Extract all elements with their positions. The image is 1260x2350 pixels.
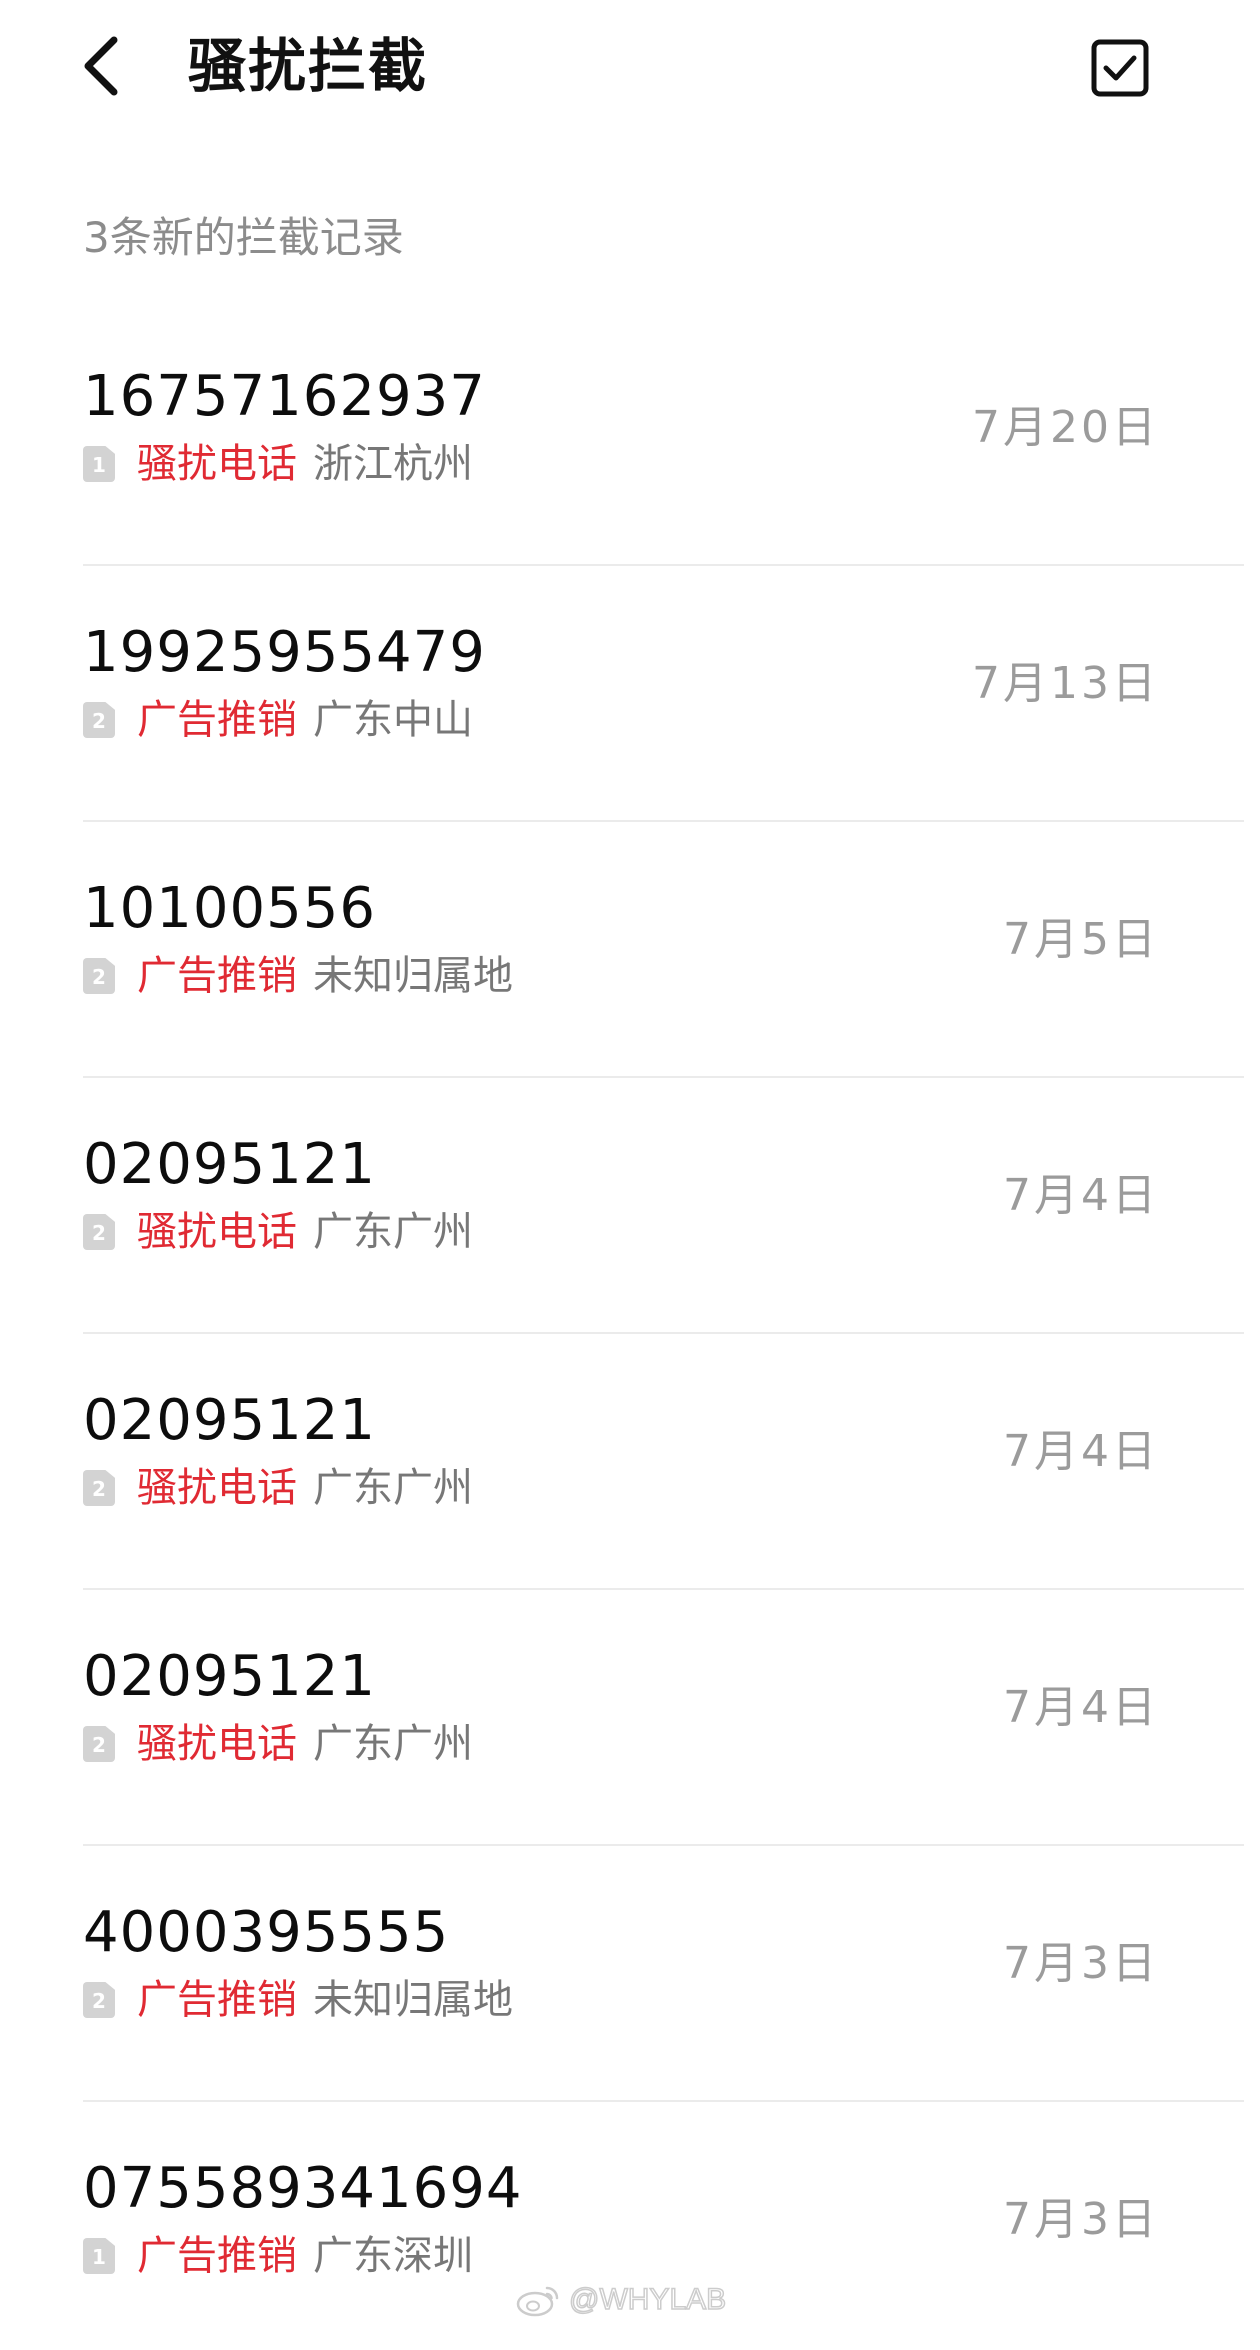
call-date: 7月20日: [972, 402, 1159, 453]
sim-slot-number: 2: [92, 1221, 106, 1245]
phone-number: 075589341694: [83, 2156, 523, 2221]
list-item[interactable]: 02095121 2 骚扰电话 广东广州 7月4日: [0, 1334, 1260, 1590]
page-title: 骚扰拦截: [188, 32, 429, 100]
call-meta: 2 骚扰电话 广东广州: [83, 1206, 473, 1258]
sim-card-icon: 1: [83, 2238, 115, 2274]
call-tag: 广告推销: [137, 2233, 297, 2279]
blocked-calls-list: 16757162937 1 骚扰电话 浙江杭州 7月20日 1992595547…: [0, 310, 1260, 2350]
sim-slot-number: 2: [92, 709, 106, 733]
call-date: 7月4日: [1003, 1426, 1159, 1477]
checkbox-checked-icon[interactable]: [1090, 38, 1150, 98]
phone-number: 4000395555: [83, 1900, 450, 1965]
call-meta: 2 骚扰电话 广东广州: [83, 1462, 473, 1514]
sim-card-icon: 2: [83, 702, 115, 738]
call-tag: 骚扰电话: [137, 1721, 297, 1767]
chevron-left-icon[interactable]: [78, 34, 126, 98]
call-meta: 1 骚扰电话 浙江杭州: [83, 438, 473, 490]
sim-slot-number: 2: [92, 1733, 106, 1757]
call-location: 广东广州: [313, 1209, 473, 1255]
list-item[interactable]: 19925955479 2 广告推销 广东中山 7月13日: [0, 566, 1260, 822]
sim-card-icon: 2: [83, 1470, 115, 1506]
call-date: 7月4日: [1003, 1682, 1159, 1733]
watermark-text: @WHYLAB: [568, 2282, 727, 2317]
sim-slot-number: 2: [92, 965, 106, 989]
sim-slot-number: 1: [92, 2245, 106, 2269]
call-date: 7月5日: [1003, 914, 1159, 965]
call-tag: 广告推销: [137, 1977, 297, 2023]
phone-number: 19925955479: [83, 620, 486, 685]
call-tag: 骚扰电话: [137, 1465, 297, 1511]
phone-number: 10100556: [83, 876, 377, 941]
call-date: 7月3日: [1003, 2194, 1159, 2245]
call-date: 7月3日: [1003, 1938, 1159, 1989]
phone-number: 02095121: [83, 1132, 377, 1197]
call-location: 广东深圳: [313, 2233, 473, 2279]
call-location: 未知归属地: [313, 953, 513, 999]
call-meta: 2 广告推销 未知归属地: [83, 1974, 513, 2026]
list-item[interactable]: 02095121 2 骚扰电话 广东广州 7月4日: [0, 1590, 1260, 1846]
phone-number: 16757162937: [83, 364, 486, 429]
app-screen: 骚扰拦截 3条新的拦截记录 16757162937 1 骚扰电话 浙江杭州 7月…: [0, 0, 1260, 2350]
call-meta: 2 骚扰电话 广东广州: [83, 1718, 473, 1770]
call-date: 7月13日: [972, 658, 1159, 709]
sim-card-icon: 2: [83, 958, 115, 994]
call-location: 浙江杭州: [313, 441, 473, 487]
call-location: 未知归属地: [313, 1977, 513, 2023]
call-meta: 2 广告推销 广东中山: [83, 694, 473, 746]
call-location: 广东中山: [313, 697, 473, 743]
call-meta: 1 广告推销 广东深圳: [83, 2230, 473, 2282]
sim-card-icon: 1: [83, 446, 115, 482]
sim-card-icon: 2: [83, 1726, 115, 1762]
watermark: @WHYLAB: [515, 2280, 727, 2320]
sim-card-icon: 2: [83, 1214, 115, 1250]
call-tag: 骚扰电话: [137, 441, 297, 487]
call-tag: 骚扰电话: [137, 1209, 297, 1255]
list-item[interactable]: 02095121 2 骚扰电话 广东广州 7月4日: [0, 1078, 1260, 1334]
list-item[interactable]: 10100556 2 广告推销 未知归属地 7月5日: [0, 822, 1260, 1078]
call-tag: 广告推销: [137, 953, 297, 999]
call-location: 广东广州: [313, 1721, 473, 1767]
sim-slot-number: 2: [92, 1477, 106, 1501]
call-date: 7月4日: [1003, 1170, 1159, 1221]
list-item[interactable]: 4000395555 2 广告推销 未知归属地 7月3日: [0, 1846, 1260, 2102]
call-location: 广东广州: [313, 1465, 473, 1511]
call-tag: 广告推销: [137, 697, 297, 743]
sim-card-icon: 2: [83, 1982, 115, 2018]
list-item[interactable]: 16757162937 1 骚扰电话 浙江杭州 7月20日: [0, 310, 1260, 566]
new-records-count: 3条新的拦截记录: [83, 213, 404, 262]
sim-slot-number: 2: [92, 1989, 106, 2013]
weibo-icon: [516, 2286, 559, 2317]
sim-slot-number: 1: [92, 453, 106, 477]
call-meta: 2 广告推销 未知归属地: [83, 950, 513, 1002]
phone-number: 02095121: [83, 1644, 377, 1709]
top-bar: 骚扰拦截: [0, 0, 1260, 140]
phone-number: 02095121: [83, 1388, 377, 1453]
